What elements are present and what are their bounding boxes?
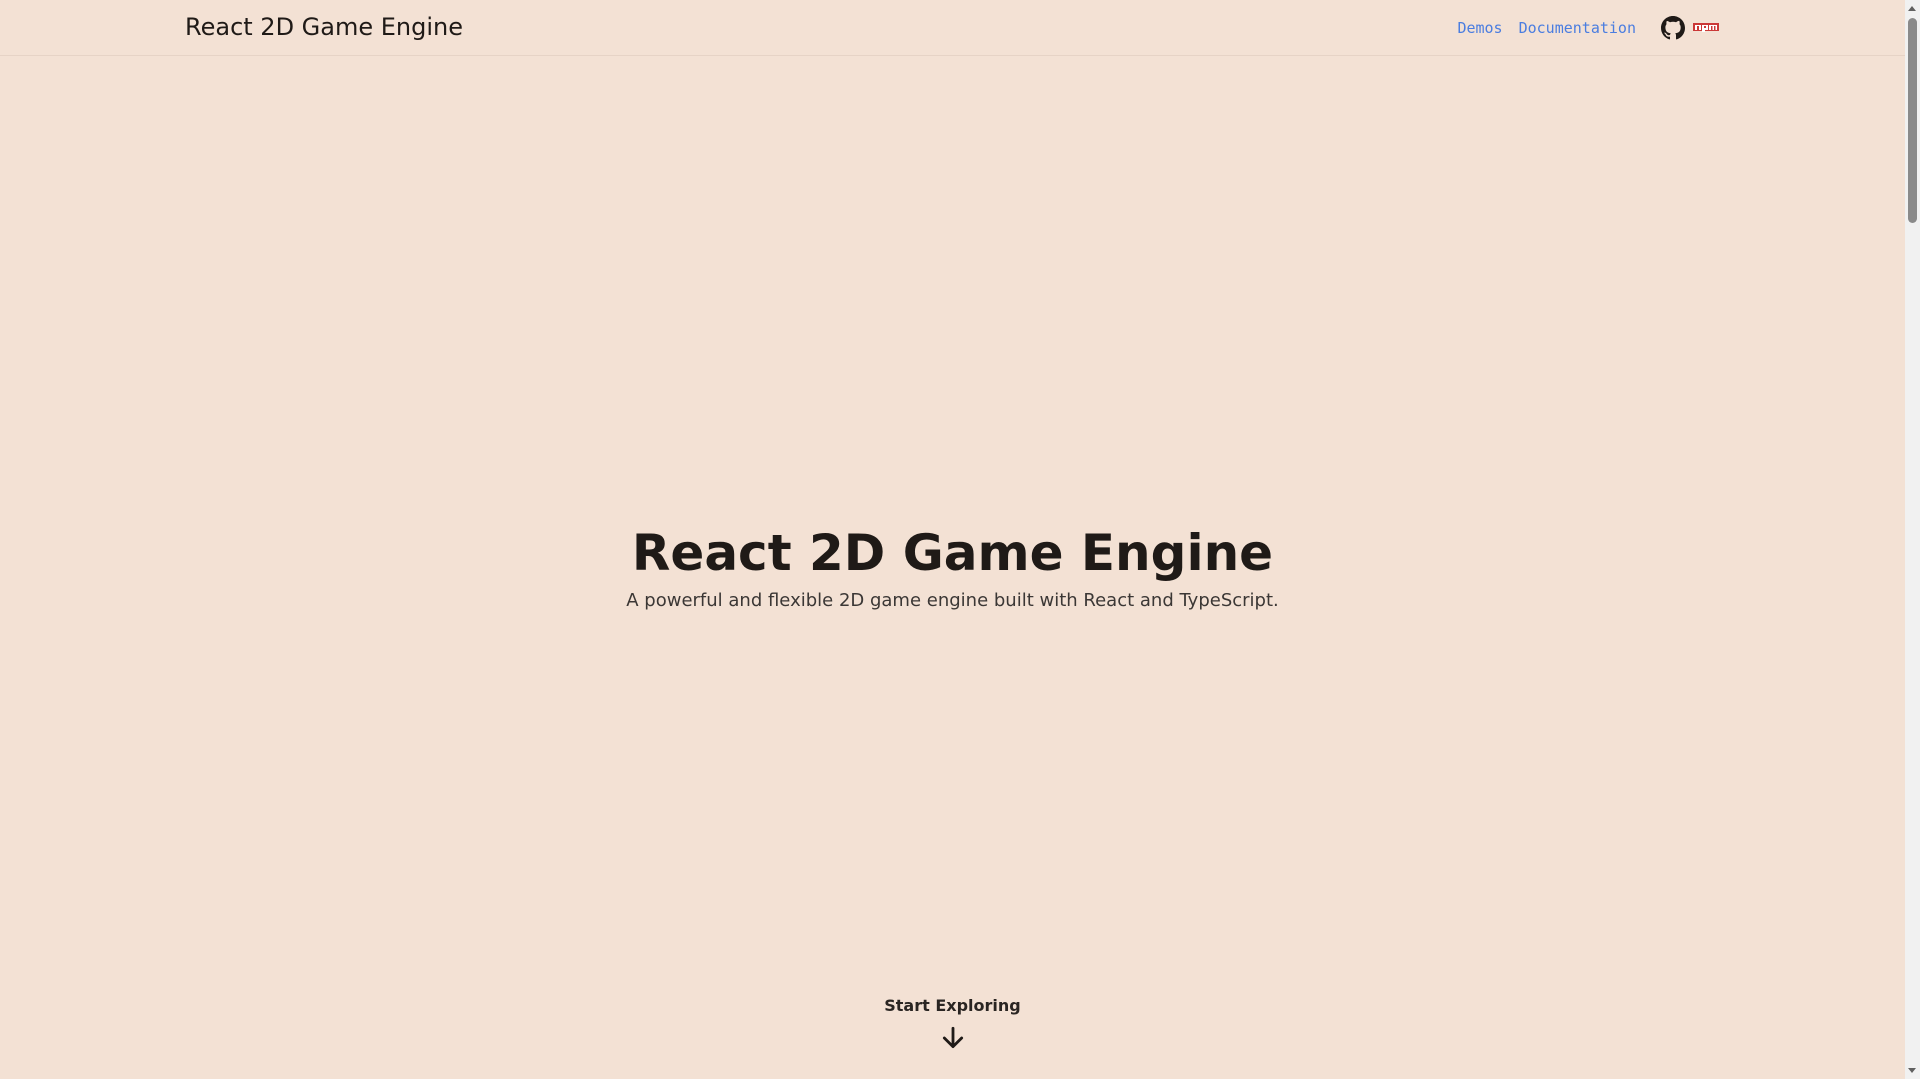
scrollbar-thumb[interactable] — [1908, 18, 1917, 223]
arrow-down-icon — [942, 1026, 963, 1049]
nav-link-demos[interactable]: Demos — [1457, 19, 1502, 37]
scroll-down-arrow-icon[interactable] — [1908, 1068, 1916, 1073]
scroll-up-arrow-icon[interactable] — [1908, 6, 1916, 11]
nav-menu: Demos Documentation — [1457, 14, 1719, 42]
brand-link[interactable]: React 2D Game Engine — [185, 13, 463, 41]
hero-subtitle: A powerful and flexible 2D game engine b… — [626, 590, 1279, 611]
hero-section: React 2D Game Engine A powerful and flex… — [0, 520, 1905, 611]
github-link[interactable] — [1661, 16, 1685, 40]
hero-title: React 2D Game Engine — [631, 524, 1274, 582]
nav-icons — [1661, 16, 1719, 40]
start-exploring-button[interactable]: Start Exploring — [0, 996, 1905, 1051]
github-icon — [1661, 16, 1685, 40]
start-exploring-label: Start Exploring — [884, 996, 1021, 1015]
page: React 2D Game Engine Demos Documentation — [0, 0, 1905, 1079]
vertical-scrollbar[interactable] — [1905, 0, 1920, 1079]
top-navbar: React 2D Game Engine Demos Documentation — [0, 0, 1905, 56]
npm-icon — [1693, 23, 1719, 32]
nav-link-documentation[interactable]: Documentation — [1519, 19, 1636, 37]
npm-link[interactable] — [1685, 21, 1719, 35]
